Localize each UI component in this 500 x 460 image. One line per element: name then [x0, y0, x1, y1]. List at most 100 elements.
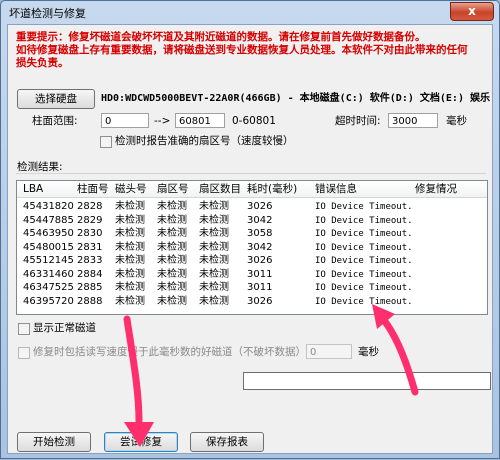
table-cell: 46331460 — [23, 268, 74, 280]
table-cell: IO Device Timeout. — [315, 215, 413, 226]
table-cell: 未检测 — [199, 268, 229, 280]
table-cell: 未检测 — [157, 241, 187, 253]
table-cell: 未检测 — [115, 268, 145, 280]
table-cell: 未检测 — [199, 295, 229, 307]
col-head[interactable]: 磁头号 — [115, 182, 147, 196]
table-cell: 2829 — [77, 214, 103, 226]
table-cell: IO Device Timeout. — [315, 202, 413, 212]
selected-disk-text: HD0:WDCWD5000BEVT-22A0R(466GB) - 本地磁盘(C:… — [101, 93, 490, 104]
table-cell: 3026 — [247, 295, 273, 307]
table-cell: 45512145 — [23, 255, 74, 266]
table-cell: 3058 — [247, 228, 273, 239]
table-cell: 未检测 — [115, 255, 145, 266]
title-bar: 坏道检测与修复 x — [1, 1, 499, 23]
start-scan-button[interactable]: 开始检测 — [17, 432, 91, 452]
table-cell: IO Device Timeout. — [315, 283, 413, 293]
table-row[interactable]: 46395720 2888 未检测 未检测 未检测 3026 IO Device Timeo… — [17, 295, 487, 309]
table-cell: 3042 — [247, 214, 273, 226]
table-cell: 未检测 — [199, 214, 229, 226]
timeout-unit: 毫秒 — [446, 115, 467, 127]
show-normal-checkbox[interactable] — [18, 323, 30, 335]
table-cell: 未检测 — [199, 255, 229, 266]
table-cell: 46347525 — [23, 282, 74, 293]
table-row[interactable]: 45447885 2829 未检测 未检测 未检测 3042 IO Device Timeo… — [17, 214, 487, 228]
table-cell: 45463950 — [23, 228, 74, 239]
cylinder-range-arrow: --> — [154, 115, 171, 127]
table-cell: 2884 — [77, 268, 103, 280]
table-cell: IO Device Timeout. — [315, 256, 413, 266]
results-label: 检测结果: — [17, 161, 63, 173]
table-header: LBA 柱面号 磁头号 扇区号 扇区数目 耗时(毫秒) 错误信息 修复情况 — [17, 181, 487, 198]
table-cell: 未检测 — [115, 282, 145, 293]
close-icon: x — [468, 4, 476, 18]
table-cell: 2828 — [77, 201, 103, 212]
col-cylinder[interactable]: 柱面号 — [77, 182, 109, 196]
dialog-body: 重要提示：修复坏磁道会破坏坏道及其附近磁道的数据。请在修复前首先做好数据备份。 … — [7, 24, 493, 454]
table-cell: 45447885 — [23, 214, 74, 226]
table-cell: 2888 — [77, 295, 103, 307]
table-cell: 2831 — [77, 241, 103, 253]
table-cell: 未检测 — [115, 295, 145, 307]
repair-slow-label: 修复时包括读写速度慢于此毫秒数的好磁道（不破坏数据）: — [33, 346, 310, 358]
table-cell: IO Device Timeout. — [315, 296, 413, 307]
col-lba[interactable]: LBA — [23, 182, 43, 196]
table-cell: 2833 — [77, 255, 103, 266]
status-textbox[interactable] — [243, 372, 491, 390]
separator — [16, 173, 486, 174]
table-row[interactable]: 45512145 2833 未检测 未检测 未检测 3026 IO Device Timeo… — [17, 254, 487, 268]
warning-line-3: 损失负责。 — [16, 57, 69, 69]
cylinder-to-input[interactable]: 60801 — [175, 113, 225, 128]
table-cell: IO Device Timeout. — [315, 242, 413, 253]
table-cell: 未检测 — [157, 228, 187, 239]
select-disk-button[interactable]: 选择硬盘 — [17, 89, 95, 109]
table-cell: 未检测 — [199, 282, 229, 293]
bad-sector-window: 坏道检测与修复 x 重要提示：修复坏磁道会破坏坏道及其附近磁道的数据。请在修复前… — [0, 0, 500, 459]
table-cell: 3026 — [247, 201, 273, 212]
col-repair[interactable]: 修复情况 — [415, 182, 457, 196]
repair-slow-input[interactable]: 0 — [306, 344, 352, 359]
table-cell: 未检测 — [157, 282, 187, 293]
table-cell: IO Device Timeout. — [315, 269, 413, 280]
table-cell: 2830 — [77, 228, 103, 239]
table-cell: 未检测 — [157, 268, 187, 280]
table-cell: 3011 — [247, 282, 273, 293]
table-row[interactable]: 45480015 2831 未检测 未检测 未检测 3042 IO Device Timeo… — [17, 241, 487, 255]
table-cell: 未检测 — [157, 255, 187, 266]
timeout-label: 超时时间: — [335, 115, 381, 127]
col-duration[interactable]: 耗时(毫秒) — [247, 182, 297, 196]
warning-line-2: 如待修复磁盘上存有重要数据，请将磁盘送到专业数据恢复人员处理。本软件不对由此带来… — [16, 44, 468, 56]
table-cell: 未检测 — [157, 201, 187, 212]
table-cell: 未检测 — [199, 228, 229, 239]
col-sector-count[interactable]: 扇区数目 — [199, 182, 241, 196]
table-cell: IO Device Timeout. — [315, 229, 413, 239]
show-normal-label: 显示正常磁道 — [33, 322, 96, 334]
table-cell: 未检测 — [115, 241, 145, 253]
accurate-sector-label: 检测时报告准确的扇区号（速度较慢） — [115, 135, 294, 147]
save-report-button[interactable]: 保存报表 — [190, 432, 264, 452]
warning-line-1: 重要提示：修复坏磁道会破坏坏道及其附近磁道的数据。请在修复前首先做好数据备份。 — [16, 31, 426, 43]
table-cell: 3026 — [247, 255, 273, 266]
accurate-sector-checkbox[interactable] — [100, 136, 112, 148]
table-row[interactable]: 45431820 2828 未检测 未检测 未检测 3026 IO Device Timeo… — [17, 200, 487, 214]
table-cell: 未检测 — [115, 201, 145, 212]
cylinder-range-label: 柱面范围: — [32, 115, 78, 127]
repair-slow-checkbox[interactable] — [18, 347, 30, 359]
timeout-input[interactable]: 3000 — [388, 113, 438, 128]
table-cell: 2885 — [77, 282, 103, 293]
table-cell: 未检测 — [115, 228, 145, 239]
results-table[interactable]: LBA 柱面号 磁头号 扇区号 扇区数目 耗时(毫秒) 错误信息 修复情况 45… — [16, 180, 488, 315]
try-repair-button[interactable]: 尝试修复 — [104, 432, 178, 452]
window-title: 坏道检测与修复 — [9, 7, 86, 20]
table-row[interactable]: 46347525 2885 未检测 未检测 未检测 3011 IO Device Timeo… — [17, 281, 487, 295]
table-cell: 3042 — [247, 241, 273, 253]
table-row[interactable]: 45463950 2830 未检测 未检测 未检测 3058 IO Device Timeo… — [17, 227, 487, 241]
col-sector[interactable]: 扇区号 — [157, 182, 189, 196]
table-cell: 3011 — [247, 268, 273, 280]
repair-slow-unit: 毫秒 — [358, 346, 379, 358]
table-row[interactable]: 46331460 2884 未检测 未检测 未检测 3011 IO Device Timeo… — [17, 268, 487, 282]
cylinder-from-input[interactable]: 0 — [101, 113, 149, 128]
close-button[interactable]: x — [450, 2, 494, 21]
table-cell: 未检测 — [157, 214, 187, 226]
col-error[interactable]: 错误信息 — [315, 182, 357, 196]
table-cell: 46395720 — [23, 295, 74, 307]
